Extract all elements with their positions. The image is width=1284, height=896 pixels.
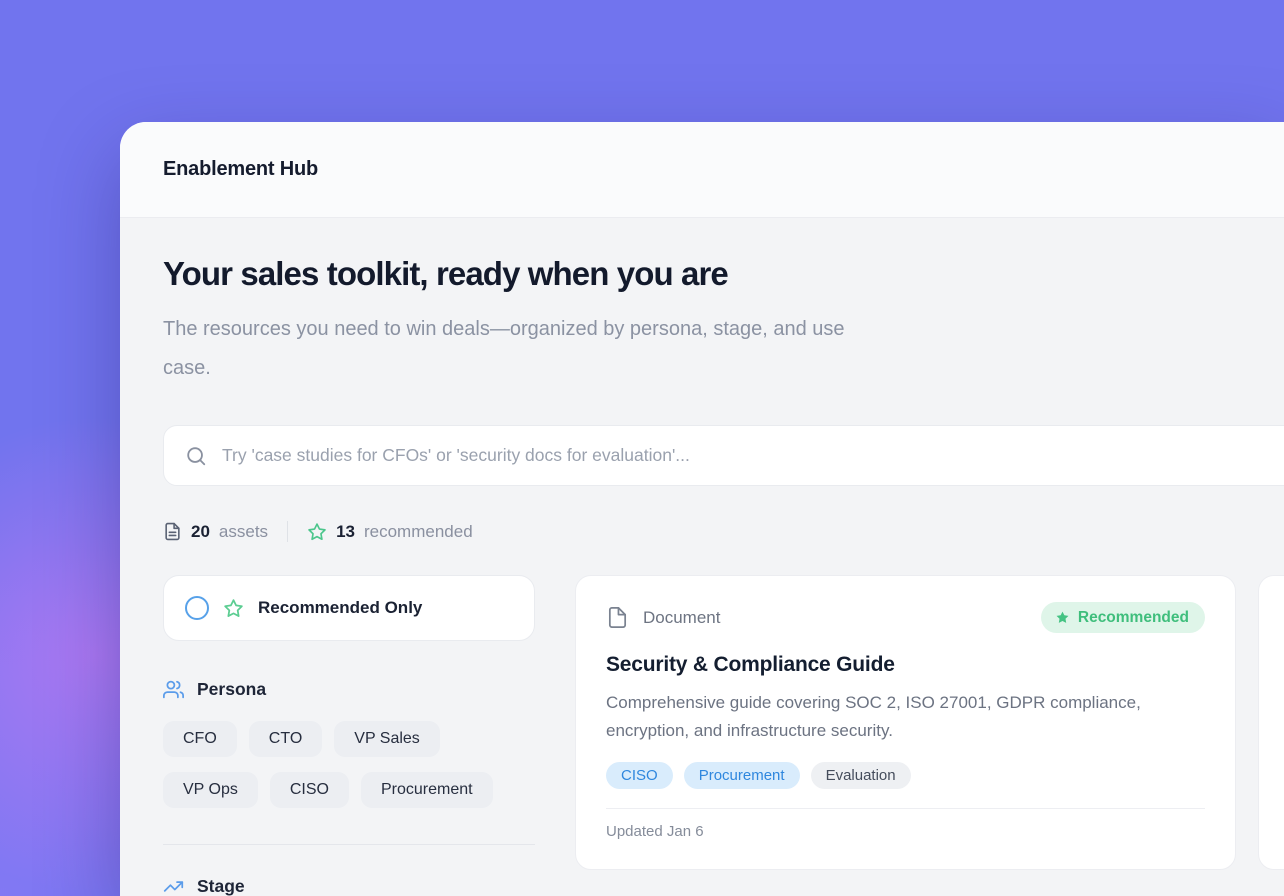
search-icon [185, 445, 207, 467]
asset-type: Document [606, 606, 720, 629]
filters-sidebar: Recommended Only Persona CFO CTO VP Sales V… [163, 575, 535, 896]
persona-chip[interactable]: CFO [163, 721, 237, 757]
persona-chip[interactable]: VP Sales [334, 721, 440, 757]
users-icon [163, 679, 184, 700]
assets-label: assets [219, 522, 268, 542]
search-bar[interactable] [163, 425, 1284, 486]
persona-chip[interactable]: VP Ops [163, 772, 258, 808]
asset-description: Comprehensive guide covering SOC 2, ISO … [606, 689, 1151, 745]
sidebar-divider [163, 844, 535, 845]
stats-row: 20 assets 13 recommended [163, 521, 1284, 542]
asset-card-header: Document Recommended [606, 602, 1205, 633]
stage-section-header: Stage [163, 876, 535, 896]
asset-type-label: Document [643, 608, 720, 628]
stage-section-label: Stage [197, 876, 245, 896]
asset-tag-list: CISO Procurement Evaluation [606, 762, 1205, 789]
asset-updated: Updated Jan 6 [606, 808, 1205, 840]
asset-card-grid: Document Recommended Security & Complian… [575, 575, 1284, 870]
stats-divider [287, 521, 288, 542]
assets-stat: 20 assets [163, 522, 268, 542]
recommended-count: 13 [336, 522, 355, 542]
persona-chip[interactable]: CISO [270, 772, 349, 808]
page-subtitle: The resources you need to win deals—orga… [163, 310, 863, 388]
star-icon [307, 522, 327, 542]
window-body: Your sales toolkit, ready when you are T… [120, 218, 1284, 896]
document-count-icon [163, 522, 182, 541]
asset-tag[interactable]: Evaluation [811, 762, 911, 789]
recommended-badge-label: Recommended [1078, 609, 1189, 627]
asset-tag[interactable]: Procurement [684, 762, 800, 789]
main-content-row: Recommended Only Persona CFO CTO VP Sales V… [163, 575, 1284, 896]
asset-tag[interactable]: CISO [606, 762, 673, 789]
persona-chip-list: CFO CTO VP Sales VP Ops CISO Procurement [163, 721, 535, 808]
star-filled-icon [1055, 610, 1070, 625]
asset-card-partial[interactable] [1258, 575, 1284, 870]
trending-up-icon [163, 876, 184, 896]
window-header: Enablement Hub [120, 122, 1284, 218]
toggle-radio-circle[interactable] [185, 596, 209, 620]
persona-section-header: Persona [163, 679, 535, 700]
enablement-hub-window: Enablement Hub Your sales toolkit, ready… [120, 122, 1284, 896]
recommended-only-label: Recommended Only [258, 598, 422, 618]
recommended-label: recommended [364, 522, 473, 542]
page-title: Your sales toolkit, ready when you are [163, 255, 1284, 293]
persona-chip[interactable]: CTO [249, 721, 322, 757]
search-input[interactable] [222, 445, 1284, 466]
recommended-badge: Recommended [1041, 602, 1205, 633]
persona-chip[interactable]: Procurement [361, 772, 493, 808]
file-icon [606, 606, 629, 629]
assets-count: 20 [191, 522, 210, 542]
asset-title: Security & Compliance Guide [606, 653, 1205, 677]
persona-section-label: Persona [197, 679, 266, 700]
asset-card[interactable]: Document Recommended Security & Complian… [575, 575, 1236, 870]
recommended-stat: 13 recommended [307, 522, 473, 542]
star-icon [223, 598, 244, 619]
recommended-only-toggle[interactable]: Recommended Only [163, 575, 535, 641]
app-title: Enablement Hub [163, 158, 318, 181]
